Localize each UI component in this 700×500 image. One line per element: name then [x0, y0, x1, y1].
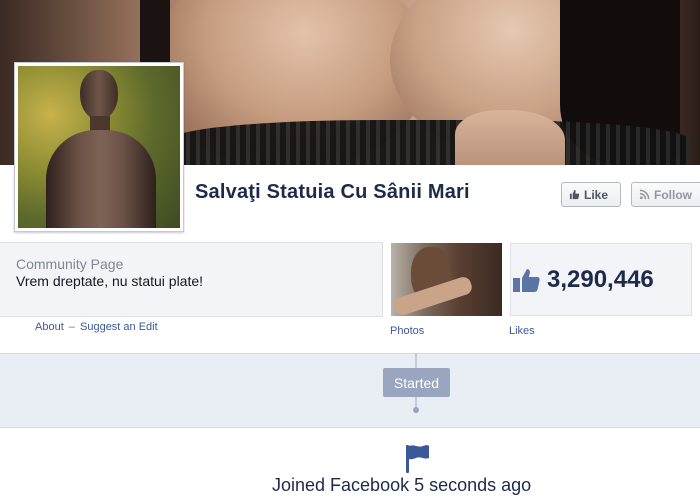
rss-icon	[639, 189, 650, 200]
likes-link[interactable]: Likes	[509, 325, 535, 337]
about-link[interactable]: About	[35, 321, 64, 333]
page-description: Vrem dreptate, nu statui plate!	[16, 273, 204, 289]
page-category: Community Page	[16, 256, 124, 272]
like-button-label: Like	[584, 187, 609, 202]
flag-icon	[406, 445, 429, 473]
thumbs-up-icon	[569, 189, 580, 200]
photos-thumbnail[interactable]	[391, 243, 502, 316]
follow-button[interactable]: Follow	[631, 182, 700, 207]
statue-shape	[46, 130, 156, 228]
timeline-event-text: Joined Facebook 5 seconds ago	[272, 475, 532, 495]
profile-picture[interactable]	[14, 62, 184, 232]
statue-shape	[80, 70, 118, 120]
profile-picture-image	[18, 66, 180, 228]
suggest-edit-link[interactable]: Suggest an Edit	[80, 321, 158, 333]
page-title[interactable]: Salvaţi Statuia Cu Sânii Mari	[195, 181, 470, 204]
link-separator: –	[68, 321, 75, 333]
timeline-band	[0, 353, 700, 428]
like-button[interactable]: Like	[561, 182, 621, 207]
cover-shape	[170, 120, 690, 165]
about-links: About – Suggest an Edit	[35, 321, 158, 333]
photos-link[interactable]: Photos	[390, 325, 424, 337]
follow-button-label: Follow	[654, 187, 692, 202]
cover-shape	[455, 110, 565, 165]
started-marker[interactable]: Started	[383, 368, 450, 397]
likes-count: 3,290,446	[547, 266, 654, 293]
thumbs-up-icon	[513, 269, 540, 292]
timeline-dot	[413, 407, 419, 413]
